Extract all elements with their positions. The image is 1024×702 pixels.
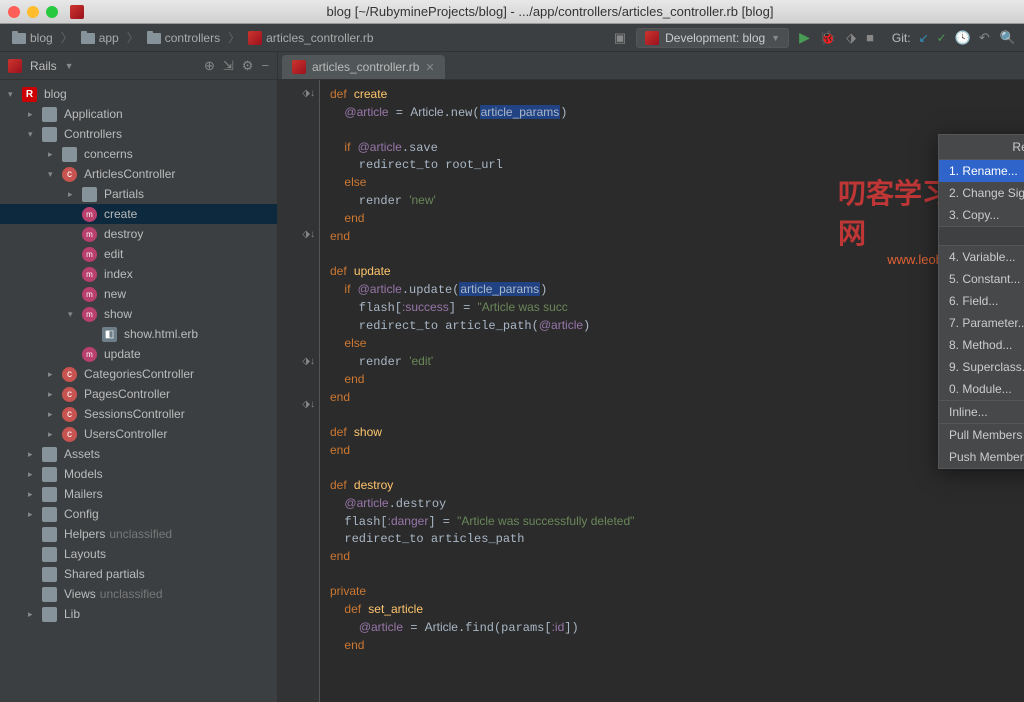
popup-item[interactable]: Inline...⌥⌘N <box>939 401 1024 423</box>
editor-tab[interactable]: articles_controller.rb ✕ <box>282 55 445 79</box>
git-label: Git: <box>892 31 911 45</box>
tree-item[interactable]: ▸cCategoriesController <box>0 364 277 384</box>
breadcrumb-item[interactable]: articles_controller.rb <box>244 29 377 47</box>
coverage-button[interactable]: ⬗ <box>846 30 856 46</box>
popup-item[interactable]: 3. Copy...F5 <box>939 204 1024 226</box>
tree-item[interactable]: mupdate <box>0 344 277 364</box>
popup-item[interactable]: 2. Change Signature...F6 <box>939 182 1024 204</box>
run-target-icon[interactable]: ▣ <box>614 30 626 46</box>
popup-item[interactable]: 4. Variable...⌥⌘V <box>939 246 1024 268</box>
tree-item[interactable]: Shared partials <box>0 564 277 584</box>
tab-label: articles_controller.rb <box>312 60 419 74</box>
folder-icon <box>147 33 161 44</box>
settings-icon[interactable]: ⚙ <box>242 58 254 74</box>
tree-item[interactable]: mindex <box>0 264 277 284</box>
popup-item[interactable]: Push Members Down... <box>939 446 1024 468</box>
close-icon[interactable]: ✕ <box>425 61 434 74</box>
tree-item[interactable]: ▾Controllers <box>0 124 277 144</box>
tree-item[interactable]: mdestroy <box>0 224 277 244</box>
tree-item[interactable]: ▾Rblog <box>0 84 277 104</box>
titlebar: blog [~/RubymineProjects/blog] - .../app… <box>0 0 1024 24</box>
sidebar-title: Rails <box>30 59 57 73</box>
ruby-icon <box>248 31 262 45</box>
popup-item[interactable]: 0. Module... <box>939 378 1024 400</box>
tree-item[interactable]: mcreate <box>0 204 277 224</box>
breadcrumb-item[interactable]: controllers <box>143 29 224 47</box>
tree-item[interactable]: ▸Application <box>0 104 277 124</box>
hide-icon[interactable]: − <box>261 58 269 73</box>
run-configuration[interactable]: Development: blog ▼ <box>636 28 789 48</box>
popup-item[interactable]: 1. Rename...⇧F6 <box>939 160 1024 182</box>
search-icon[interactable]: 🔍 <box>1000 30 1016 46</box>
popup-item[interactable]: 5. Constant...⌥⌘C <box>939 268 1024 290</box>
tree-item[interactable]: Helpers unclassified <box>0 524 277 544</box>
window-controls[interactable] <box>8 6 58 18</box>
scope-icon[interactable]: ⊕ <box>204 58 215 74</box>
folder-icon <box>81 33 95 44</box>
tree-item[interactable]: Layouts <box>0 544 277 564</box>
rails-icon <box>8 59 22 73</box>
run-button[interactable]: ▶ <box>799 29 810 46</box>
tree-item[interactable]: ▸Mailers <box>0 484 277 504</box>
close-window[interactable] <box>8 6 20 18</box>
chevron-down-icon: ▼ <box>771 33 780 43</box>
git-revert-icon[interactable]: ↶ <box>979 30 990 46</box>
popup-item[interactable]: 8. Method...⌥⌘M <box>939 334 1024 356</box>
maximize-window[interactable] <box>46 6 58 18</box>
tree-item[interactable]: ▸cPagesController <box>0 384 277 404</box>
git-update-icon[interactable]: ↙ <box>919 31 929 45</box>
popup-item[interactable]: 7. Parameter...⌥⌘P <box>939 312 1024 334</box>
stop-button[interactable]: ■ <box>866 30 874 45</box>
chevron-down-icon[interactable]: ▼ <box>65 61 74 71</box>
editor: articles_controller.rb ✕ ⬗↓ ⬗↓ ⬗↓ ⬗↓ def… <box>278 52 1024 702</box>
folder-icon <box>12 33 26 44</box>
minimize-window[interactable] <box>27 6 39 18</box>
window-title: blog [~/RubymineProjects/blog] - .../app… <box>84 4 1016 19</box>
tree-item[interactable]: ▸Config <box>0 504 277 524</box>
ruby-icon <box>645 31 659 45</box>
tree-item[interactable]: ▸Partials <box>0 184 277 204</box>
ruby-icon <box>292 60 306 74</box>
git-history-icon[interactable]: 🕓 <box>955 30 971 46</box>
tree-item[interactable]: medit <box>0 244 277 264</box>
sidebar-header: Rails ▼ ⊕ ⇲ ⚙ − <box>0 52 277 80</box>
tree-item[interactable]: ◧show.html.erb <box>0 324 277 344</box>
git-commit-icon[interactable]: ✓ <box>937 31 947 45</box>
breadcrumb-item[interactable]: app <box>77 29 123 47</box>
code-content[interactable]: def create @article = Article.new(articl… <box>320 80 1024 702</box>
tree-item[interactable]: ▸Assets <box>0 444 277 464</box>
project-sidebar: Rails ▼ ⊕ ⇲ ⚙ − ▾Rblog▸Application▾Contr… <box>0 52 278 702</box>
tree-item[interactable]: ▸Lib <box>0 604 277 624</box>
tree-item[interactable]: ▸cSessionsController <box>0 404 277 424</box>
collapse-icon[interactable]: ⇲ <box>223 58 234 74</box>
tree-item[interactable]: ▾cArticlesController <box>0 164 277 184</box>
popup-item[interactable]: 9. Superclass... <box>939 356 1024 378</box>
debug-button[interactable]: 🐞 <box>820 30 836 46</box>
tree-item[interactable]: ▸cUsersController <box>0 424 277 444</box>
tree-item[interactable]: Views unclassified <box>0 584 277 604</box>
refactor-popup: Refactor This 1. Rename...⇧F62. Change S… <box>938 134 1024 469</box>
breadcrumb-bar: blog 〉 app 〉 controllers 〉 articles_cont… <box>0 24 1024 52</box>
popup-item[interactable]: 6. Field...⌥⌘F <box>939 290 1024 312</box>
project-tree[interactable]: ▾Rblog▸Application▾Controllers▸concerns▾… <box>0 80 277 702</box>
gutter[interactable]: ⬗↓ ⬗↓ ⬗↓ ⬗↓ <box>278 80 320 702</box>
app-icon <box>70 5 84 19</box>
editor-tabs: articles_controller.rb ✕ <box>278 52 1024 80</box>
breadcrumb-item[interactable]: blog <box>8 29 57 47</box>
tree-item[interactable]: ▾mshow <box>0 304 277 324</box>
tree-item[interactable]: mnew <box>0 284 277 304</box>
popup-item[interactable]: Pull Members Up... <box>939 424 1024 446</box>
popup-title: Refactor This <box>939 135 1024 160</box>
popup-section: Extract <box>939 226 1024 246</box>
tree-item[interactable]: ▸concerns <box>0 144 277 164</box>
tree-item[interactable]: ▸Models <box>0 464 277 484</box>
